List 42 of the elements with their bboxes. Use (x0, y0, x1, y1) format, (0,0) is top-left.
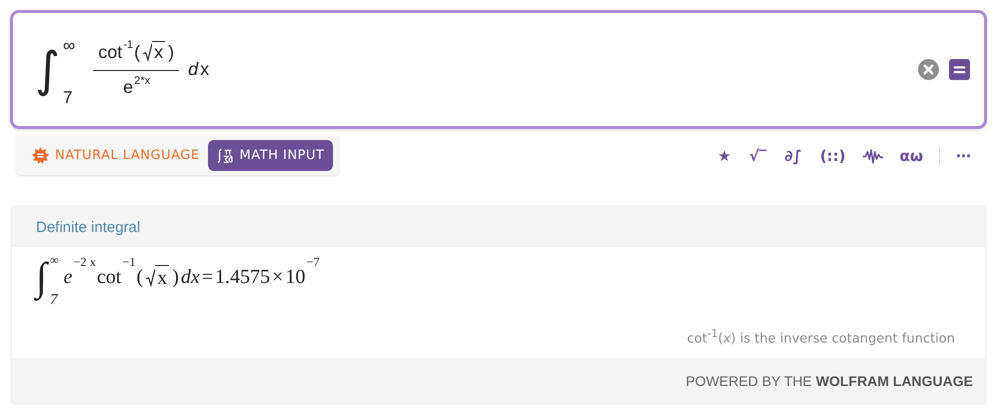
math-text: e (62, 266, 74, 288)
keyboard-button[interactable]: ⋯ (954, 146, 973, 164)
superscript: −1 (122, 255, 136, 270)
math-text: e (122, 76, 134, 98)
superscript: -1 (123, 39, 134, 52)
math-text: ) (167, 42, 176, 63)
math-text: × (271, 266, 284, 288)
math-text: 10 (284, 266, 306, 288)
math-text: ) (171, 266, 180, 288)
radical-icon (143, 41, 152, 63)
powered-by-text: POWERED BY THE WOLFRAM LANGUAGE (686, 372, 973, 388)
superscript: 2*x (134, 74, 150, 87)
math-text: cot (96, 266, 122, 288)
math-text: cot (97, 42, 124, 63)
mode-tab[interactable]: MATH INPUT (208, 140, 334, 171)
superscript: −2 x (73, 255, 96, 270)
keyboard-button[interactable]: √‾ (747, 146, 769, 164)
burst-icon (32, 147, 49, 164)
pod-title: Definite integral (36, 218, 140, 236)
keyboard-button[interactable]: (::) (818, 146, 848, 164)
keyboard-button[interactable]: αω (898, 146, 925, 164)
clear-icon[interactable] (918, 59, 939, 80)
superscript: −7 (306, 255, 320, 270)
lower-limit: 7 (63, 88, 74, 108)
radicand: x (152, 41, 166, 64)
math-text: d (187, 59, 200, 80)
lower-limit: 7 (50, 292, 59, 309)
math-symbols-icon (216, 147, 234, 164)
math-text: 1.4575 (214, 266, 272, 288)
keyboard-button[interactable]: ∂∫ (782, 146, 804, 164)
math-text: = (200, 266, 214, 288)
radicand: x (155, 264, 170, 290)
waveform-icon[interactable] (862, 147, 884, 164)
math-text: dx (180, 266, 201, 288)
math-text: ( (133, 42, 142, 63)
pod-note: cot$^{-1}$(x) is the inverse cotangent function (687, 326, 955, 346)
math-text: x (199, 59, 210, 80)
keyboard-button[interactable]: ★ (716, 146, 734, 164)
upper-limit: ∞ (50, 253, 59, 268)
math-text: ( (136, 266, 144, 288)
compute-icon[interactable] (949, 59, 970, 80)
upper-limit: ∞ (63, 36, 76, 56)
